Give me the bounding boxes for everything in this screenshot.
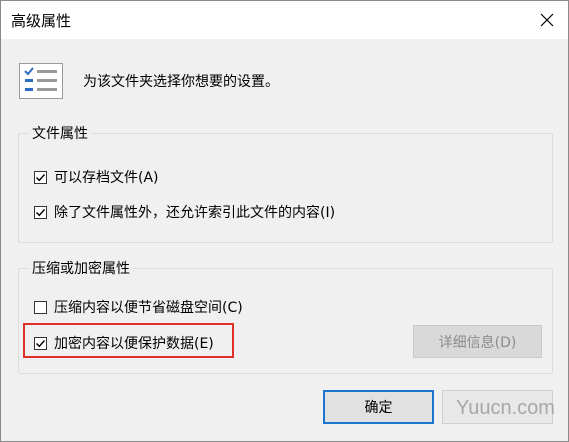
window-title: 高级属性 (11, 12, 72, 30)
archive-checkbox[interactable]: 可以存档文件(A) (34, 167, 159, 187)
checkbox-checked-icon[interactable] (34, 170, 47, 184)
watermark-text: Yuucn.com (456, 397, 555, 419)
index-label: 除了文件属性外，还允许索引此文件的内容(I) (54, 205, 336, 221)
compress-checkbox[interactable]: 压缩内容以便节省磁盘空间(C) (34, 297, 243, 317)
ok-button[interactable]: 确定 (323, 390, 434, 424)
checkbox-unchecked-icon[interactable] (34, 300, 47, 314)
compress-label: 压缩内容以便节省磁盘空间(C) (54, 300, 243, 316)
details-button[interactable]: 详细信息(D) (413, 325, 542, 358)
index-checkbox[interactable]: 除了文件属性外，还允许索引此文件的内容(I) (34, 202, 335, 222)
title-bar: 高级属性 (1, 1, 568, 39)
checkbox-checked-icon[interactable] (34, 205, 47, 219)
encrypt-checkbox[interactable]: 加密内容以便保护数据(E) (34, 333, 214, 353)
compress-encrypt-group: 压缩或加密属性 (18, 258, 553, 374)
encrypt-label: 加密内容以便保护数据(E) (54, 336, 214, 352)
checkbox-checked-icon[interactable] (34, 336, 47, 350)
close-icon[interactable] (534, 7, 560, 33)
settings-list-icon (19, 63, 63, 99)
header-description: 为该文件夹选择你想要的设置。 (83, 74, 279, 90)
compress-encrypt-title: 压缩或加密属性 (29, 258, 133, 278)
file-attributes-group: 文件属性 (18, 123, 553, 243)
file-attributes-title: 文件属性 (29, 123, 91, 143)
archive-label: 可以存档文件(A) (54, 170, 159, 186)
advanced-attributes-dialog: 高级属性 为该文件夹选择你想要的设置。 文件属性 可以存档文件(A) 除了文件属… (0, 0, 569, 442)
